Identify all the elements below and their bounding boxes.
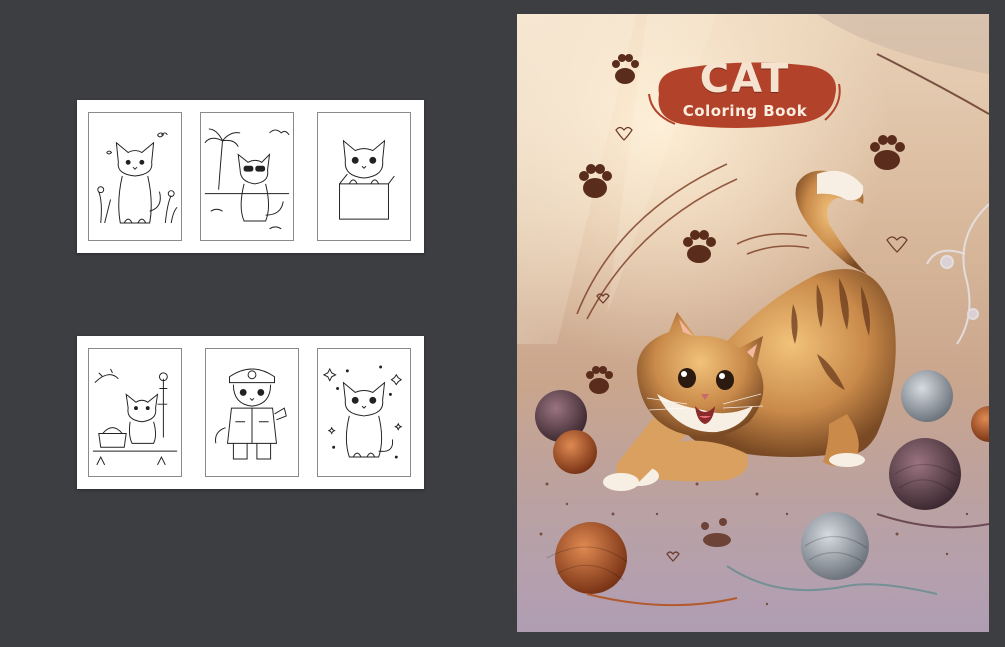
coloring-page-6 — [317, 348, 411, 477]
coloring-page-2 — [200, 112, 294, 241]
preview-strip-2 — [77, 336, 424, 489]
coloring-page-4 — [88, 348, 182, 477]
cover-title-badge: CAT Coloring Book — [645, 54, 845, 132]
cat-illustration — [603, 170, 896, 491]
cover-subtitle: Coloring Book — [682, 102, 808, 120]
cover-title: CAT — [699, 56, 791, 102]
preview-strip-1 — [77, 100, 424, 253]
book-cover: CAT Coloring Book — [517, 14, 989, 632]
coloring-page-5 — [205, 348, 299, 477]
coloring-page-3 — [317, 112, 411, 241]
coloring-page-1 — [88, 112, 182, 241]
